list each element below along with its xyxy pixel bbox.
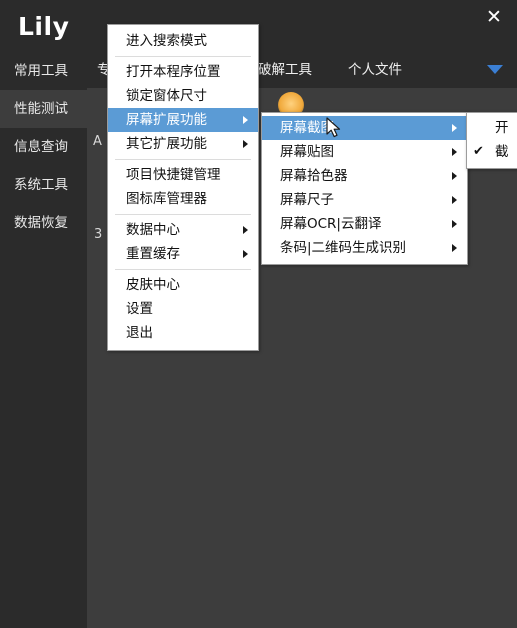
- menu-item-reset-cache[interactable]: 重置缓存: [108, 242, 258, 266]
- chevron-right-icon: [452, 220, 457, 228]
- list-item: A: [93, 134, 102, 149]
- menu-item-label: 进入搜索模式: [126, 33, 207, 49]
- sidebar-item-label: 数据恢复: [14, 215, 68, 231]
- menu-item-screen-extensions[interactable]: 屏幕扩展功能: [108, 108, 258, 132]
- menu-item-skin-center[interactable]: 皮肤中心: [108, 273, 258, 297]
- sidebar-item-label: 信息查询: [14, 139, 68, 155]
- menu-item-label: 图标库管理器: [126, 191, 207, 207]
- menu-item-label: 屏幕贴图: [280, 144, 334, 160]
- tab-crack-tools[interactable]: 破解工具: [258, 52, 312, 88]
- menu-item-label: 屏幕截图: [280, 120, 334, 136]
- menu-item-label: 锁定窗体尺寸: [126, 88, 207, 104]
- sidebar-item-data-recovery[interactable]: 数据恢复: [0, 204, 87, 242]
- menu-item-label: 打开本程序位置: [126, 64, 221, 80]
- tab-personal-files[interactable]: 个人文件: [348, 52, 402, 88]
- menu-item-label: 皮肤中心: [126, 277, 180, 293]
- menu-item-project-hotkey-manager[interactable]: 项目快捷键管理: [108, 163, 258, 187]
- menu-item-enter-search-mode[interactable]: 进入搜索模式: [108, 29, 258, 53]
- app-logo: Lily: [18, 12, 70, 41]
- menu-item-icon-library-manager[interactable]: 图标库管理器: [108, 187, 258, 211]
- sidebar-item-system-tools[interactable]: 系统工具: [0, 166, 87, 204]
- screen-extensions-submenu: 屏幕截图 屏幕贴图 屏幕拾色器 屏幕尺子 屏幕OCR|云翻译 条码|二维码生成识…: [261, 112, 468, 265]
- chevron-right-icon: [452, 124, 457, 132]
- menu-item-capture-open[interactable]: 开: [467, 116, 517, 140]
- menu-item-screen-capture[interactable]: 屏幕截图: [262, 116, 467, 140]
- chevron-down-icon[interactable]: [487, 65, 503, 74]
- screen-capture-submenu: 开 ✔ 截: [466, 112, 517, 169]
- menu-item-label: 屏幕尺子: [280, 192, 334, 208]
- menu-item-capture-checked[interactable]: ✔ 截: [467, 140, 517, 164]
- sidebar-item-performance-test[interactable]: 性能测试: [0, 90, 87, 128]
- menu-item-screen-pin[interactable]: 屏幕贴图: [262, 140, 467, 164]
- menu-item-screen-ocr-cloud-translate[interactable]: 屏幕OCR|云翻译: [262, 212, 467, 236]
- close-icon[interactable]: ✕: [479, 4, 509, 30]
- menu-item-label: 项目快捷键管理: [126, 167, 221, 183]
- sidebar: 常用工具 性能测试 信息查询 系统工具 数据恢复: [0, 52, 87, 628]
- sidebar-item-common-tools[interactable]: 常用工具: [0, 52, 87, 90]
- menu-separator: [115, 214, 251, 215]
- menu-item-label: 退出: [126, 325, 153, 341]
- chevron-right-icon: [452, 244, 457, 252]
- menu-separator: [115, 269, 251, 270]
- menu-item-other-extensions[interactable]: 其它扩展功能: [108, 132, 258, 156]
- sidebar-item-label: 常用工具: [14, 63, 68, 79]
- menu-item-exit[interactable]: 退出: [108, 321, 258, 345]
- menu-item-label: 开: [495, 120, 509, 136]
- chevron-right-icon: [452, 196, 457, 204]
- sidebar-item-label: 系统工具: [14, 177, 68, 193]
- menu-item-label: 设置: [126, 301, 153, 317]
- menu-item-label: 屏幕OCR|云翻译: [280, 216, 382, 232]
- menu-item-label: 截: [495, 144, 509, 160]
- menu-item-data-center[interactable]: 数据中心: [108, 218, 258, 242]
- chevron-right-icon: [452, 148, 457, 156]
- chevron-right-icon: [243, 140, 248, 148]
- check-icon: ✔: [473, 144, 484, 159]
- menu-item-settings[interactable]: 设置: [108, 297, 258, 321]
- menu-item-label: 其它扩展功能: [126, 136, 207, 152]
- menu-item-lock-window-size[interactable]: 锁定窗体尺寸: [108, 84, 258, 108]
- menu-item-label: 屏幕扩展功能: [126, 112, 207, 128]
- menu-item-label: 屏幕拾色器: [280, 168, 348, 184]
- menu-item-barcode-qrcode[interactable]: 条码|二维码生成识别: [262, 236, 467, 260]
- chevron-right-icon: [243, 116, 248, 124]
- menu-item-label: 重置缓存: [126, 246, 180, 262]
- menu-item-screen-ruler[interactable]: 屏幕尺子: [262, 188, 467, 212]
- menu-separator: [115, 56, 251, 57]
- list-item: 3: [94, 227, 103, 242]
- menu-item-screen-color-picker[interactable]: 屏幕拾色器: [262, 164, 467, 188]
- chevron-right-icon: [243, 226, 248, 234]
- menu-item-label: 数据中心: [126, 222, 180, 238]
- menu-item-open-program-location[interactable]: 打开本程序位置: [108, 60, 258, 84]
- sidebar-item-info-query[interactable]: 信息查询: [0, 128, 87, 166]
- menu-separator: [115, 159, 251, 160]
- sidebar-item-label: 性能测试: [14, 101, 68, 117]
- main-context-menu: 进入搜索模式 打开本程序位置 锁定窗体尺寸 屏幕扩展功能 其它扩展功能 项目快捷…: [107, 24, 259, 351]
- chevron-right-icon: [243, 250, 248, 258]
- menu-item-label: 条码|二维码生成识别: [280, 240, 407, 256]
- chevron-right-icon: [452, 172, 457, 180]
- application-window: Lily ✕ 常用工具 性能测试 信息查询 系统工具 数据恢复 专 破解工具 个…: [0, 0, 517, 628]
